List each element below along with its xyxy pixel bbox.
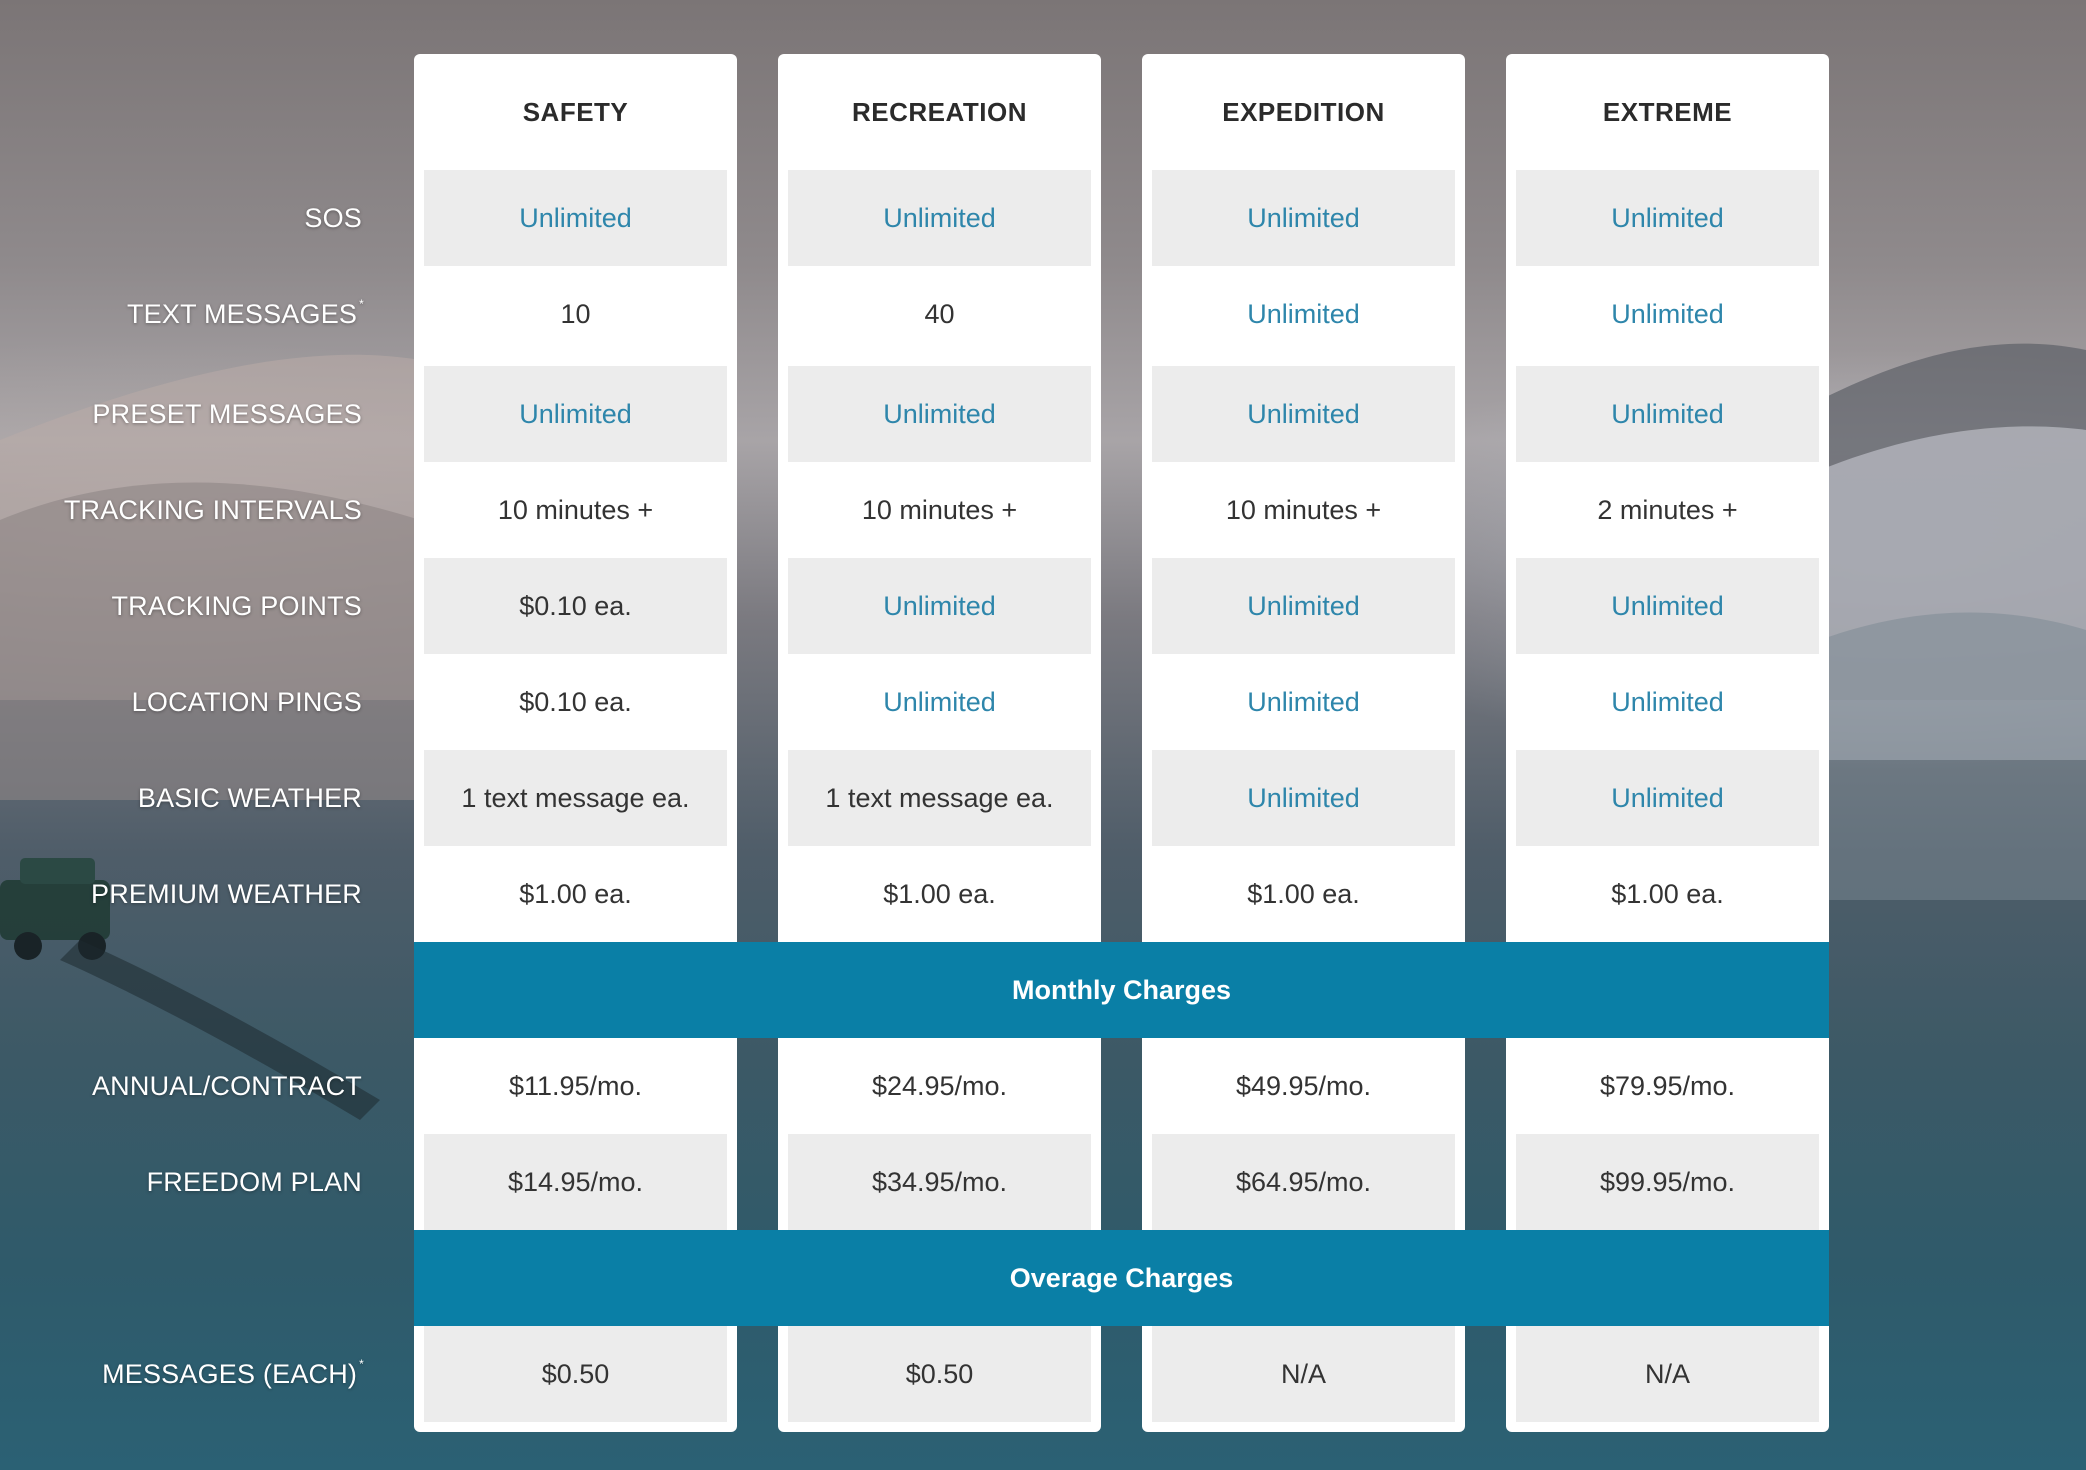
plan-card-extreme: EXTREME Unlimited Unlimited Unlimited 2 minu… bbox=[1506, 54, 1829, 1432]
table-cell: Unlimited bbox=[1152, 558, 1455, 654]
row-label: TRACKING POINTS bbox=[0, 558, 364, 654]
row-label-text: TRACKING INTERVALS bbox=[63, 494, 362, 525]
plan-title: EXPEDITION bbox=[1222, 96, 1385, 127]
row-label-text: TEXT MESSAGES bbox=[126, 298, 358, 329]
row-label: SOS bbox=[0, 170, 364, 266]
table-cell: $1.00 ea. bbox=[883, 878, 996, 909]
table-cell: $0.10 ea. bbox=[519, 686, 632, 717]
table-cell: $14.95/mo. bbox=[424, 1134, 727, 1230]
table-cell: 1 text message ea. bbox=[424, 750, 727, 846]
plan-title: RECREATION bbox=[852, 96, 1027, 127]
row-label-text: LOCATION PINGS bbox=[131, 686, 362, 717]
table-cell: $49.95/mo. bbox=[1235, 1070, 1372, 1101]
table-cell: $34.95/mo. bbox=[788, 1134, 1091, 1230]
row-label-text: PREMIUM WEATHER bbox=[91, 878, 362, 909]
table-cell: 2 minutes + bbox=[1597, 494, 1738, 525]
table-cell: 1 text message ea. bbox=[788, 750, 1091, 846]
table-cell: Unlimited bbox=[788, 170, 1091, 266]
table-cell: $11.95/mo. bbox=[508, 1070, 643, 1101]
table-cell: Unlimited bbox=[1247, 686, 1360, 717]
plan-card-expedition: EXPEDITION Unlimited Unlimited Unlimited 10 … bbox=[1142, 54, 1465, 1432]
row-label: TEXT MESSAGES * bbox=[0, 266, 364, 362]
row-label-text: MESSAGES (EACH) bbox=[102, 1358, 358, 1389]
table-cell: Unlimited bbox=[788, 558, 1091, 654]
footnote-mark: * bbox=[359, 1357, 364, 1371]
monthly-charges-band: Monthly Charges bbox=[414, 942, 1829, 1038]
row-label: FREEDOM PLAN bbox=[0, 1134, 364, 1230]
row-label: PRESET MESSAGES bbox=[0, 366, 364, 462]
row-label: ANNUAL/CONTRACT bbox=[0, 1038, 364, 1134]
table-cell: Unlimited bbox=[1152, 170, 1455, 266]
plan-title: SAFETY bbox=[522, 96, 629, 127]
table-cell: N/A bbox=[1152, 1326, 1455, 1422]
plan-card-recreation: RECREATION Unlimited 40 Unlimited 10 minutes… bbox=[778, 54, 1101, 1432]
table-cell: Unlimited bbox=[1611, 298, 1724, 329]
row-label: PREMIUM WEATHER bbox=[0, 846, 364, 942]
table-cell: Unlimited bbox=[424, 366, 727, 462]
row-label: BASIC WEATHER bbox=[0, 750, 364, 846]
table-cell: $1.00 ea. bbox=[1611, 878, 1724, 909]
row-label: TRACKING INTERVALS bbox=[0, 462, 364, 558]
table-cell: Unlimited bbox=[1611, 686, 1724, 717]
plan-title: EXTREME bbox=[1602, 96, 1733, 127]
table-cell: $99.95/mo. bbox=[1516, 1134, 1819, 1230]
table-cell: $64.95/mo. bbox=[1152, 1134, 1455, 1230]
table-cell: $24.95/mo. bbox=[871, 1070, 1008, 1101]
row-label-text: FREEDOM PLAN bbox=[146, 1166, 362, 1197]
table-cell: Unlimited bbox=[883, 686, 996, 717]
table-cell: Unlimited bbox=[1516, 558, 1819, 654]
table-cell: Unlimited bbox=[788, 366, 1091, 462]
table-cell: Unlimited bbox=[1247, 298, 1360, 329]
table-cell: $1.00 ea. bbox=[1247, 878, 1360, 909]
row-label-text: BASIC WEATHER bbox=[137, 782, 362, 813]
plan-card-safety: SAFETY Unlimited 10 Unlimited 10 minutes + $0… bbox=[414, 54, 737, 1432]
table-cell: $0.50 bbox=[788, 1326, 1091, 1422]
table-cell: Unlimited bbox=[1516, 366, 1819, 462]
table-cell: $1.00 ea. bbox=[519, 878, 632, 909]
footnote-mark: * bbox=[359, 297, 364, 311]
overage-charges-band: Overage Charges bbox=[414, 1230, 1829, 1326]
table-cell: $79.95/mo. bbox=[1599, 1070, 1736, 1101]
table-cell: 10 minutes + bbox=[497, 494, 654, 525]
table-cell: 10 minutes + bbox=[1225, 494, 1382, 525]
table-cell: Unlimited bbox=[424, 170, 727, 266]
row-label-text: TRACKING POINTS bbox=[111, 590, 362, 621]
table-cell: 10 minutes + bbox=[861, 494, 1018, 525]
row-label-text: ANNUAL/CONTRACT bbox=[91, 1070, 362, 1101]
table-cell: $0.50 bbox=[424, 1326, 727, 1422]
table-cell: 40 bbox=[924, 298, 955, 329]
table-cell: Unlimited bbox=[1152, 366, 1455, 462]
table-cell: Unlimited bbox=[1152, 750, 1455, 846]
row-label-text: PRESET MESSAGES bbox=[92, 398, 362, 429]
table-cell: 10 bbox=[560, 298, 591, 329]
table-cell: Unlimited bbox=[1516, 750, 1819, 846]
row-label: LOCATION PINGS bbox=[0, 654, 364, 750]
row-label: MESSAGES (EACH) * bbox=[0, 1326, 364, 1422]
row-label-text: SOS bbox=[304, 202, 362, 233]
table-cell: N/A bbox=[1516, 1326, 1819, 1422]
table-cell: $0.10 ea. bbox=[424, 558, 727, 654]
table-cell: Unlimited bbox=[1516, 170, 1819, 266]
